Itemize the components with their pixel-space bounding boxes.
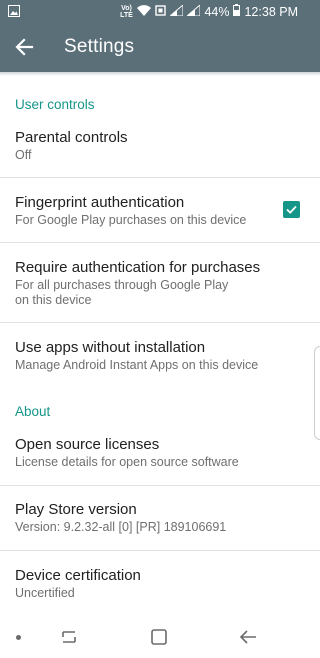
wifi-icon bbox=[137, 4, 152, 19]
battery-icon bbox=[233, 4, 241, 19]
arrow-back-icon[interactable] bbox=[14, 36, 36, 58]
setting-title: Fingerprint authentication bbox=[15, 194, 185, 211]
signal-icon bbox=[186, 3, 201, 19]
setting-play-store-version[interactable]: Play Store version Version: 9.2.32-all [… bbox=[0, 486, 320, 550]
status-icons: Vo) LTE 44% 12:38 PM bbox=[119, 3, 298, 19]
section-header-about: About bbox=[15, 404, 51, 419]
setting-title: Play Store version bbox=[15, 501, 137, 518]
clock: 12:38 PM bbox=[244, 4, 298, 19]
app-bar: Settings bbox=[0, 24, 320, 72]
setting-subtitle: Uncertified bbox=[15, 586, 75, 600]
check-icon bbox=[286, 205, 297, 214]
setting-subtitle: Off bbox=[15, 148, 32, 162]
back-icon[interactable] bbox=[238, 628, 258, 651]
setting-title: Parental controls bbox=[15, 129, 128, 146]
setting-title: Require authentication for purchases bbox=[15, 259, 261, 276]
app-bar-shadow bbox=[0, 72, 320, 76]
setting-subtitle: For Google Play purchases on this device bbox=[15, 213, 247, 227]
setting-subtitle-line1: For all purchases through Google Play bbox=[15, 278, 229, 292]
setting-open-source-licenses[interactable]: Open source licenses License details for… bbox=[0, 420, 320, 484]
setting-subtitle: Version: 9.2.32-all [0] [PR] 189106691 bbox=[15, 520, 227, 534]
fingerprint-checkbox[interactable] bbox=[283, 201, 300, 218]
setting-require-authentication[interactable]: Require authentication for purchases For… bbox=[0, 243, 320, 322]
setting-subtitle: Manage Android Instant Apps on this devi… bbox=[15, 358, 259, 372]
volte-icon: Vo) LTE bbox=[120, 4, 133, 19]
home-icon[interactable] bbox=[150, 628, 168, 651]
edge-panel-handle[interactable] bbox=[314, 346, 320, 440]
setting-title: Device certification bbox=[15, 567, 141, 584]
setting-device-certification[interactable]: Device certification Uncertified bbox=[0, 551, 320, 615]
setting-title: Open source licenses bbox=[15, 436, 160, 453]
recent-apps-icon[interactable] bbox=[60, 628, 78, 651]
setting-instant-apps[interactable]: Use apps without installation Manage And… bbox=[0, 323, 320, 387]
battery-percent: 44% bbox=[204, 4, 230, 19]
setting-fingerprint-authentication[interactable]: Fingerprint authentication For Google Pl… bbox=[0, 178, 320, 242]
page-title: Settings bbox=[64, 36, 135, 57]
setting-subtitle: License details for open source software bbox=[15, 455, 239, 469]
navigation-bar bbox=[0, 618, 320, 658]
signal-icon bbox=[169, 3, 184, 19]
setting-parental-controls[interactable]: Parental controls Off bbox=[0, 120, 320, 176]
dot-icon[interactable] bbox=[16, 635, 21, 640]
status-bar: Vo) LTE 44% 12:38 PM bbox=[0, 0, 320, 24]
image-icon bbox=[8, 5, 20, 20]
setting-title: Use apps without installation bbox=[15, 339, 206, 356]
sync-icon bbox=[155, 4, 167, 19]
setting-subtitle-line2: on this device bbox=[15, 293, 92, 307]
section-header-user-controls: User controls bbox=[15, 97, 95, 112]
